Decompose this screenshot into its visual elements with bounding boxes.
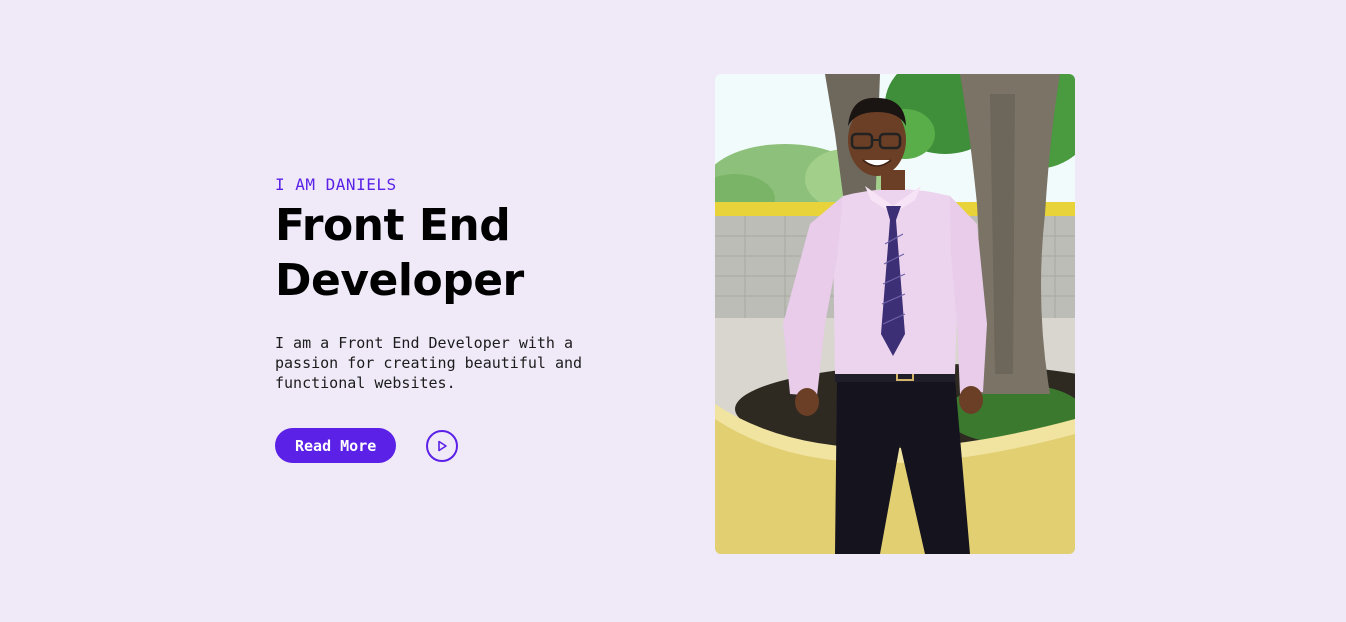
profile-photo [715, 74, 1075, 554]
hero-description: I am a Front End Developer with a passio… [275, 334, 583, 392]
hero-eyebrow: I AM DANIELS [275, 175, 397, 194]
hero-headline: Front End Developer [275, 198, 635, 308]
hero-section: I AM DANIELS Front End Developer I am a … [275, 174, 635, 463]
hero-actions: Read More [275, 428, 635, 463]
hero-headline-line2: Developer [275, 255, 524, 306]
profile-photo-illustration [715, 74, 1075, 554]
hero-headline-line1: Front End [275, 200, 511, 251]
read-more-button[interactable]: Read More [275, 428, 397, 463]
play-button[interactable] [426, 429, 459, 462]
play-icon [438, 440, 448, 451]
